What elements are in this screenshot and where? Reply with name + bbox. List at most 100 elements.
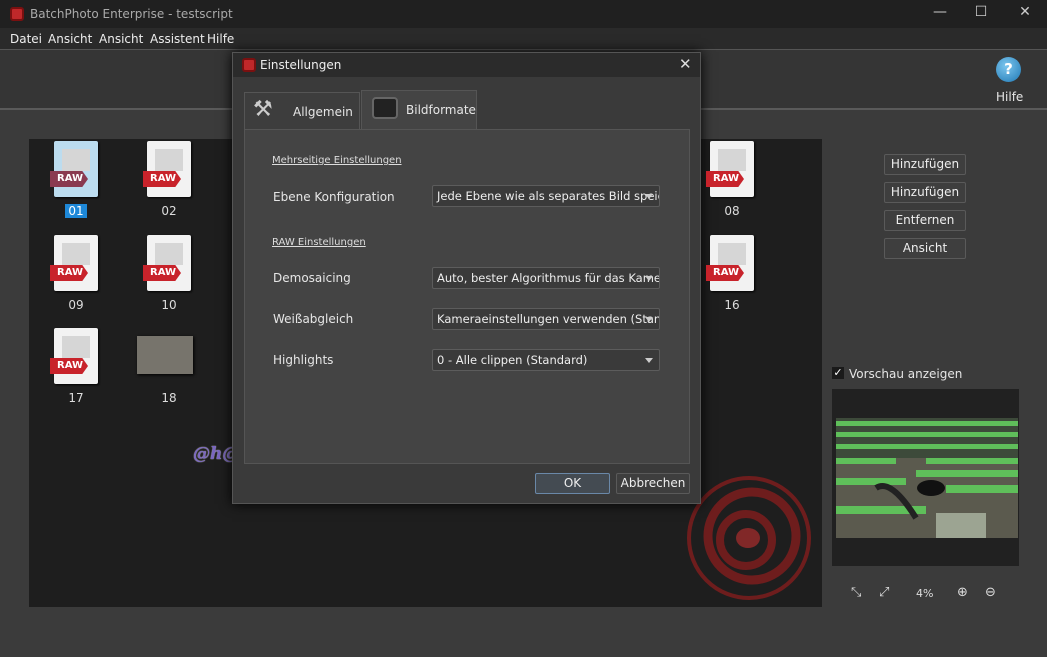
label-text: 08: [724, 204, 740, 218]
spiral-logo: [687, 476, 811, 600]
preview-checkbox[interactable]: ✓: [832, 367, 844, 379]
fit-icon[interactable]: ⤡: [851, 585, 861, 600]
weissabgleich-select[interactable]: Kameraeinstellungen verwenden (Standard): [432, 308, 660, 330]
preview-pane: [832, 389, 1019, 566]
thumbnail-item[interactable]: RAW: [50, 328, 100, 386]
thumbnail-item[interactable]: RAW: [50, 235, 100, 293]
field-label: Ebene Konfiguration: [273, 190, 395, 204]
image-placeholder-icon: [62, 149, 90, 171]
window-title: BatchPhoto Enterprise - testscript: [30, 7, 233, 21]
expand-icon[interactable]: ⤢: [879, 585, 889, 600]
demosaicing-select[interactable]: Auto, bester Algorithmus für das Kameram…: [432, 267, 660, 289]
dialog-title: Einstellungen: [260, 58, 342, 72]
menu-ansicht[interactable]: Ansicht: [48, 32, 92, 46]
tab-label: Bildformate: [406, 103, 476, 117]
thumbnail-item[interactable]: RAW: [706, 235, 756, 293]
thumbnail-item[interactable]: RAW: [706, 141, 756, 199]
image-placeholder-icon: [62, 243, 90, 265]
image-placeholder-icon: [718, 243, 746, 265]
help-label[interactable]: Hilfe: [996, 90, 1023, 104]
raw-badge: RAW: [50, 358, 88, 374]
image-placeholder-icon: [62, 336, 90, 358]
menu-assistent[interactable]: Assistent: [150, 32, 205, 46]
maximize-button[interactable]: ☐: [966, 4, 996, 20]
raw-badge: RAW: [50, 171, 88, 187]
settings-dialog: Einstellungen ✕ ⚒ Allgemein Bildformate …: [232, 52, 701, 504]
thumbnail-label: 02: [146, 204, 192, 218]
image-placeholder-icon: [718, 149, 746, 171]
label-text: 18: [161, 391, 177, 405]
raw-file-icon: RAW: [143, 141, 191, 197]
select-value: Kameraeinstellungen verwenden (Standard): [437, 312, 660, 326]
view-button[interactable]: Ansicht: [884, 238, 966, 259]
zoom-level: 4%: [916, 587, 934, 600]
zoom-in-icon[interactable]: ⊕: [957, 585, 968, 600]
tools-icon: ⚒: [253, 97, 273, 122]
tab-allgemein[interactable]: ⚒ Allgemein: [244, 92, 360, 130]
thumbnail-label: 10: [146, 298, 192, 312]
raw-badge: RAW: [143, 265, 181, 281]
label-text: 16: [724, 298, 740, 312]
chevron-down-icon: [645, 358, 653, 363]
ebene-konfiguration-select[interactable]: Jede Ebene wie als separates Bild speich…: [432, 185, 660, 207]
section-mehrseitige: Mehrseitige Einstellungen: [272, 155, 402, 166]
menu-bar: Datei Ansicht Ansicht Assistent Hilfe: [0, 28, 1047, 50]
raw-badge: RAW: [50, 265, 88, 281]
raw-file-icon: RAW: [50, 235, 98, 291]
image-placeholder-icon: [155, 149, 183, 171]
select-value: Auto, bester Algorithmus für das Kameram…: [437, 271, 659, 285]
help-icon[interactable]: ?: [996, 57, 1021, 82]
field-label: Weißabgleich: [273, 312, 354, 326]
raw-badge: RAW: [143, 171, 181, 187]
minimize-button[interactable]: —: [925, 4, 955, 20]
add-button[interactable]: Hinzufügen: [884, 154, 966, 175]
raw-badge: RAW: [706, 265, 744, 281]
preview-checkbox-label[interactable]: Vorschau anzeigen: [849, 367, 962, 381]
app-icon: [10, 7, 24, 21]
remove-button[interactable]: Entfernen: [884, 210, 966, 231]
thumbnail-label: 09: [53, 298, 99, 312]
thumbnail-label: 18: [146, 391, 192, 405]
title-bar: BatchPhoto Enterprise - testscript — ☐ ✕: [0, 0, 1047, 28]
thumbnail-item[interactable]: [137, 328, 193, 386]
raw-file-icon: RAW: [50, 141, 98, 197]
chevron-down-icon: [645, 194, 653, 199]
menu-hilfe[interactable]: Hilfe: [207, 32, 234, 46]
thumbnail-item[interactable]: RAW: [50, 141, 100, 199]
tab-label: Allgemein: [293, 105, 353, 119]
menu-ansicht-2[interactable]: Ansicht: [99, 32, 143, 46]
preview-image: [836, 418, 1018, 538]
tab-bildformate[interactable]: Bildformate: [361, 90, 477, 130]
thumbnail-item[interactable]: RAW: [143, 235, 193, 293]
raw-file-icon: RAW: [143, 235, 191, 291]
zoom-out-icon[interactable]: ⊖: [985, 585, 996, 600]
thumbnail-label: 08: [709, 204, 755, 218]
chevron-down-icon: [645, 317, 653, 322]
ok-button[interactable]: OK: [535, 473, 610, 494]
raw-badge: RAW: [706, 171, 744, 187]
label-text: 01: [65, 204, 87, 218]
photo-thumbnail: [137, 336, 193, 374]
thumbnail-label: 01: [53, 204, 99, 218]
app-icon: [242, 58, 256, 72]
camera-icon: [372, 97, 398, 119]
select-value: Jede Ebene wie als separates Bild speich…: [437, 189, 659, 203]
label-text: 17: [68, 391, 84, 405]
highlights-select[interactable]: 0 - Alle clippen (Standard): [432, 349, 660, 371]
image-placeholder-icon: [155, 243, 183, 265]
thumbnail-item[interactable]: RAW: [143, 141, 193, 199]
dialog-close-button[interactable]: ✕: [679, 55, 692, 73]
thumbnail-label: 16: [709, 298, 755, 312]
cancel-button[interactable]: Abbrechen: [616, 473, 690, 494]
chevron-down-icon: [645, 276, 653, 281]
close-button[interactable]: ✕: [1010, 4, 1040, 20]
field-label: Highlights: [273, 353, 334, 367]
field-label: Demosaicing: [273, 271, 351, 285]
raw-file-icon: RAW: [50, 328, 98, 384]
tab-panel: Mehrseitige Einstellungen Ebene Konfigur…: [244, 129, 690, 464]
raw-file-icon: RAW: [706, 235, 754, 291]
label-text: 09: [68, 298, 84, 312]
menu-datei[interactable]: Datei: [10, 32, 42, 46]
dialog-title-bar: Einstellungen ✕: [233, 53, 700, 77]
add-button-2[interactable]: Hinzufügen: [884, 182, 966, 203]
